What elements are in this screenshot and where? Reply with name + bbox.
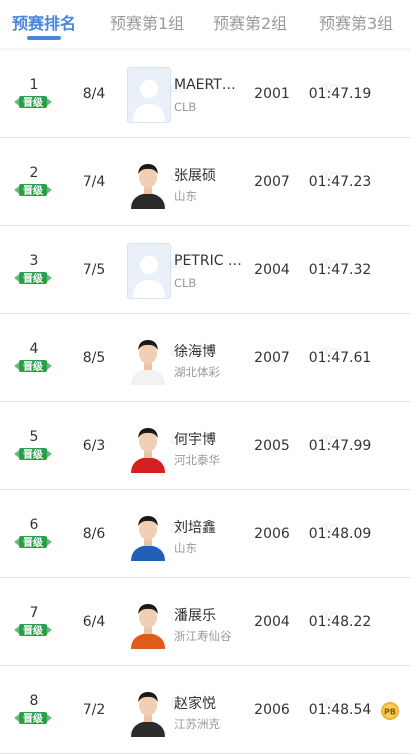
athlete-team: 湖北体彩 — [174, 365, 220, 379]
result-row[interactable]: dp dp 7 晋级 6/4 潘展乐 浙江寿仙谷 2004 01:48.22 — [0, 578, 411, 666]
athlete-name[interactable]: 赵家悦 — [174, 693, 244, 713]
result-row[interactable]: dp dp 5 晋级 6/3 何宇博 河北泰华 2005 01:47.99 — [0, 402, 411, 490]
qualified-badge: 晋级 — [12, 446, 54, 462]
result-row[interactable]: dp dp 8 晋级 7/2 赵家悦 江苏洲克 2006 01:48.54 PB — [0, 666, 411, 754]
athlete-name[interactable]: 张展硕 — [174, 165, 244, 185]
rank-number: 7 — [29, 605, 39, 621]
birth-year: 2007 — [254, 350, 290, 366]
active-tab-indicator — [27, 36, 61, 40]
athlete-team: CLB — [174, 100, 197, 114]
heat-lane: 8/6 — [82, 526, 106, 542]
qualified-badge: 晋级 — [12, 534, 54, 550]
athlete-team: 山东 — [174, 189, 197, 203]
svg-text:晋级: 晋级 — [23, 712, 44, 725]
rank-number: 5 — [29, 429, 39, 445]
svg-text:PB: PB — [384, 708, 396, 717]
heat-lane: 7/4 — [82, 174, 106, 190]
athlete-name[interactable]: MAERT… — [174, 77, 244, 93]
result-time: 01:47.32 — [308, 262, 372, 278]
heat-lane: 7/2 — [82, 702, 106, 718]
svg-text:晋级: 晋级 — [23, 448, 44, 461]
svg-text:晋级: 晋级 — [23, 624, 44, 637]
qualified-badge: 晋级 — [12, 270, 54, 286]
athlete-team: 江苏洲克 — [174, 717, 220, 731]
result-row[interactable]: dp dp 4 晋级 8/5 徐海博 湖北体彩 2007 01:47.61 — [0, 314, 411, 402]
avatar — [127, 595, 169, 649]
qualified-badge: 晋级 — [12, 622, 54, 638]
athlete-name[interactable]: PETRIC … — [174, 253, 244, 269]
birth-year: 2006 — [254, 526, 290, 542]
rank-number: 6 — [29, 517, 39, 533]
birth-year: 2007 — [254, 174, 290, 190]
birth-year: 2001 — [254, 86, 290, 102]
result-row[interactable]: dp dp 1 晋级 8/4 MAERT… CLB 2001 01:47.19 — [0, 50, 411, 138]
avatar-placeholder — [127, 67, 171, 123]
heat-lane: 6/4 — [82, 614, 106, 630]
tab-bar: 预赛排名 预赛第1组 预赛第2组 预赛第3组 — [0, 0, 411, 48]
avatar-placeholder — [127, 243, 171, 299]
result-row[interactable]: dp dp 6 晋级 8/6 刘培鑫 山东 2006 01:48.09 — [0, 490, 411, 578]
result-time: 01:47.61 — [308, 350, 372, 366]
athlete-name[interactable]: 何宇博 — [174, 429, 244, 449]
result-row[interactable]: dp dp 2 晋级 7/4 张展硕 山东 2007 01:47.23 — [0, 138, 411, 226]
tab-heat-2[interactable]: 预赛第2组 — [213, 10, 287, 34]
result-time: 01:47.23 — [308, 174, 372, 190]
svg-text:晋级: 晋级 — [23, 360, 44, 373]
avatar — [127, 331, 169, 385]
athlete-name[interactable]: 潘展乐 — [174, 605, 244, 625]
athlete-name[interactable]: 刘培鑫 — [174, 517, 244, 537]
avatar — [127, 507, 169, 561]
rank-number: 8 — [29, 693, 39, 709]
tab-heat-1[interactable]: 预赛第1组 — [110, 10, 184, 34]
svg-text:晋级: 晋级 — [23, 272, 44, 285]
athlete-team: 河北泰华 — [174, 453, 220, 467]
qualified-badge: 晋级 — [12, 358, 54, 374]
personal-best-icon: PB — [381, 702, 399, 720]
qualified-badge: 晋级 — [12, 182, 54, 198]
athlete-name[interactable]: 徐海博 — [174, 341, 244, 361]
qualified-badge: 晋级 — [12, 710, 54, 726]
birth-year: 2004 — [254, 262, 290, 278]
heat-lane: 7/5 — [82, 262, 106, 278]
result-time: 01:48.09 — [308, 526, 372, 542]
svg-text:晋级: 晋级 — [23, 96, 44, 109]
result-time: 01:47.19 — [308, 86, 372, 102]
result-row[interactable]: dp dp 3 晋级 7/5 PETRIC … CLB 2004 01:47.3… — [0, 226, 411, 314]
athlete-team: CLB — [174, 276, 197, 290]
athlete-team: 浙江寿仙谷 — [174, 629, 232, 643]
birth-year: 2006 — [254, 702, 290, 718]
avatar — [127, 419, 169, 473]
rank-number: 2 — [29, 165, 39, 181]
athlete-team: 山东 — [174, 541, 197, 555]
tab-heats-ranking[interactable]: 预赛排名 — [12, 10, 76, 34]
rank-number: 4 — [29, 341, 39, 357]
results-list: dp dp 1 晋级 8/4 MAERT… CLB 2001 01:47.19 … — [0, 50, 411, 754]
tab-heat-3[interactable]: 预赛第3组 — [319, 10, 393, 34]
result-time: 01:48.22 — [308, 614, 372, 630]
svg-text:晋级: 晋级 — [23, 536, 44, 549]
heat-lane: 8/4 — [82, 86, 106, 102]
rank-number: 3 — [29, 253, 39, 269]
heat-lane: 8/5 — [82, 350, 106, 366]
rank-number: 1 — [29, 77, 39, 93]
result-time: 01:48.54 — [308, 702, 372, 718]
avatar — [127, 683, 169, 737]
birth-year: 2005 — [254, 438, 290, 454]
svg-text:晋级: 晋级 — [23, 184, 44, 197]
heat-lane: 6/3 — [82, 438, 106, 454]
qualified-badge: 晋级 — [12, 94, 54, 110]
avatar — [127, 155, 169, 209]
result-time: 01:47.99 — [308, 438, 372, 454]
birth-year: 2004 — [254, 614, 290, 630]
